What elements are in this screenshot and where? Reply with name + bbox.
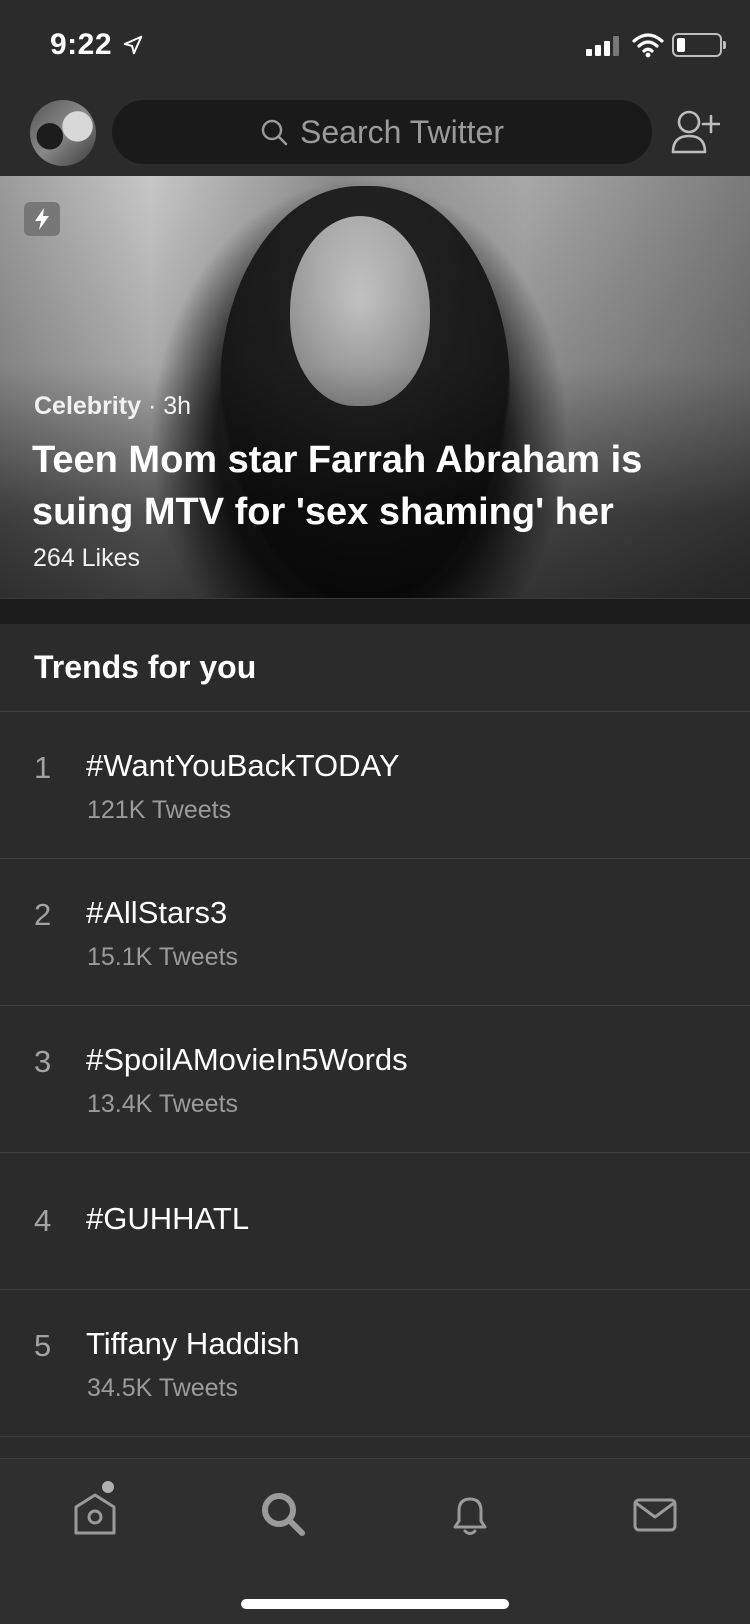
lightning-icon	[24, 202, 60, 236]
trend-item[interactable]: 3 #SpoilAMovieIn5Words 13.4K Tweets	[0, 1006, 750, 1153]
trend-rank: 1	[34, 750, 52, 785]
moment-meta: Celebrity · 3h	[34, 392, 191, 421]
search-field[interactable]: Search Twitter	[112, 100, 652, 164]
trends-heading: Trends for you	[0, 624, 750, 712]
trend-rank: 2	[34, 897, 52, 932]
trend-rank: 4	[34, 1203, 52, 1238]
moment-category: Celebrity	[34, 392, 141, 420]
home-indicator	[241, 1599, 509, 1609]
trends-section: Trends for you 1 #WantYouBackTODAY 121K …	[0, 624, 750, 1437]
trend-rank: 5	[34, 1328, 52, 1363]
bell-icon[interactable]	[445, 1489, 495, 1539]
moment-card[interactable]: Celebrity · 3h Teen Mom star Farrah Abra…	[0, 176, 750, 598]
status-bar: 9:22	[0, 0, 750, 88]
trend-count: 34.5K Tweets	[87, 1374, 239, 1402]
location-arrow-icon	[123, 35, 143, 55]
moment-title: Teen Mom star Farrah Abraham is suing MT…	[32, 439, 643, 533]
add-user-icon[interactable]	[670, 108, 720, 156]
trend-name: #AllStars3	[86, 895, 228, 930]
cellular-signal-icon	[586, 34, 622, 56]
trend-item[interactable]: 4 #GUHHATL	[0, 1153, 750, 1290]
trend-count: 121K Tweets	[87, 796, 232, 824]
wifi-icon	[632, 33, 664, 58]
home-icon[interactable]	[70, 1489, 120, 1539]
trend-rank: 3	[34, 1044, 52, 1079]
moment-age: · 3h	[147, 392, 192, 420]
trend-item[interactable]: 5 Tiffany Haddish 34.5K Tweets	[0, 1290, 750, 1437]
trend-count: 15.1K Tweets	[87, 943, 239, 971]
avatar[interactable]	[30, 100, 96, 166]
search-icon	[261, 119, 288, 146]
search-placeholder: Search Twitter	[300, 113, 504, 150]
section-divider	[0, 598, 750, 624]
trend-item[interactable]: 1 #WantYouBackTODAY 121K Tweets	[0, 712, 750, 859]
search-icon[interactable]	[258, 1489, 308, 1539]
top-nav: Search Twitter	[0, 88, 750, 176]
trend-name: Tiffany Haddish	[86, 1326, 300, 1361]
trend-name: #WantYouBackTODAY	[86, 748, 400, 783]
trend-name: #SpoilAMovieIn5Words	[86, 1042, 408, 1077]
trend-item[interactable]: 2 #AllStars3 15.1K Tweets	[0, 859, 750, 1006]
trend-count: 13.4K Tweets	[87, 1090, 239, 1118]
unread-dot	[102, 1481, 114, 1493]
mail-icon[interactable]	[630, 1489, 680, 1539]
trend-name: #GUHHATL	[86, 1201, 250, 1236]
moment-likes: 264 Likes	[33, 544, 141, 572]
status-time: 9:22	[50, 28, 113, 61]
battery-icon	[672, 33, 726, 57]
